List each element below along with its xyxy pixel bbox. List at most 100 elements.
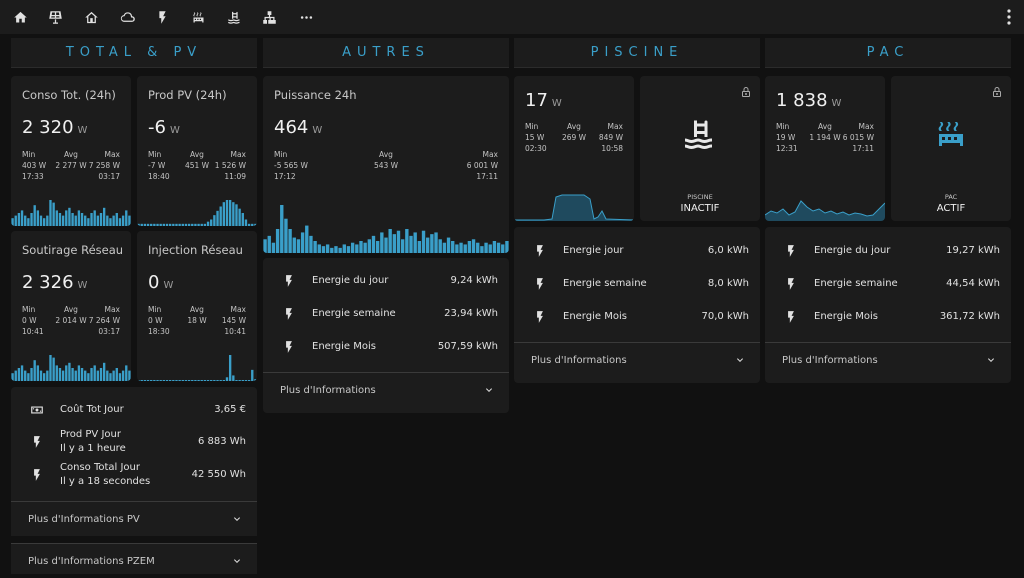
entity-row-energie-jour[interactable]: Energie du jour 19,27 kWh — [765, 234, 1011, 267]
sparkline-bar — [68, 362, 71, 381]
sparkline-bar — [228, 355, 232, 381]
sparkline-bars — [137, 200, 257, 226]
sparkline-bar — [187, 380, 191, 381]
sparkline-bar — [112, 370, 115, 381]
sparkline-bar — [300, 232, 305, 253]
sparkline-bar — [492, 241, 497, 253]
sparkline-bar — [197, 223, 200, 226]
solar-panel-icon[interactable] — [45, 7, 65, 27]
sparkline-bar — [128, 215, 131, 226]
sparkline-bars — [11, 355, 131, 381]
sparkline-bars — [263, 205, 509, 253]
pool-state-card[interactable]: PISCINE INACTIF — [640, 76, 760, 221]
sparkline-bar — [61, 215, 65, 226]
sparkline-bar — [65, 365, 68, 381]
sparkline-bar — [241, 380, 244, 381]
sensor-stats: Min Avg Max -7 W 451 W1 526 W 18:40 11:09 — [148, 150, 246, 181]
more-icon[interactable] — [296, 7, 316, 27]
sparkline-bar — [434, 232, 438, 253]
sensor-value: 0W — [148, 272, 174, 293]
sparkline-bar — [313, 241, 317, 253]
sparkline-bar — [106, 215, 109, 226]
entity-row-energie-mois[interactable]: Energie Mois 361,72 kWh — [765, 300, 1011, 333]
sensor-card-piscine-power[interactable]: 17 W Min Avg Max 15 W 269 W 849 W 02:30 10:58 — [514, 76, 634, 221]
overflow-menu-icon[interactable] — [1006, 9, 1012, 25]
sparkline-bar — [235, 204, 238, 226]
more-info-pzem-button[interactable]: Plus d'Informations PZEM — [11, 544, 257, 578]
sensor-card-puissance[interactable]: Puissance 24h 464 W Min Avg Max -5 565 W 543… — [263, 76, 509, 253]
sparkline-bar — [210, 380, 213, 381]
sparkline-bars — [11, 200, 131, 226]
sparkline-bar — [484, 242, 488, 253]
sparkline-bar — [271, 242, 276, 253]
sparkline-bar — [288, 229, 292, 253]
sparkline-bar — [247, 223, 251, 226]
entity-row-energie-semaine[interactable]: Energie semaine 8,0 kWh — [514, 267, 760, 300]
sparkline-bar — [55, 210, 58, 226]
sparkline-bar — [121, 370, 125, 381]
lock-icon[interactable] — [740, 83, 752, 97]
pac-state-card[interactable]: PAC ACTIF — [891, 76, 1011, 221]
entity-row-cout[interactable]: Coût Tot Jour 3,65 € — [11, 393, 257, 426]
sensor-value: 1 838 W — [776, 90, 842, 111]
sparkline-bar — [392, 234, 397, 253]
sparkline-bar — [39, 370, 43, 381]
lock-icon[interactable] — [991, 83, 1003, 97]
network-icon[interactable] — [259, 7, 279, 27]
entity-row-energie-mois[interactable]: Energie Mois 507,59 kWh — [263, 330, 509, 363]
entity-row-prod-pv[interactable]: Prod PV Jour Il y a 1 heure 6 883 Wh — [11, 425, 257, 458]
sparkline-bar — [121, 215, 125, 226]
sparkline-bar — [501, 244, 505, 253]
sensor-card-soutirage[interactable]: Soutirage Réseau 2 326 W Min Avg Max 0 W2 0… — [11, 231, 131, 381]
more-info-button[interactable]: Plus d'Informations — [765, 343, 1011, 377]
sparkline-bar — [17, 368, 21, 381]
entity-row-energie-jour[interactable]: Energie jour 6,0 kWh — [514, 234, 760, 267]
entity-row-energie-jour[interactable]: Energie du jour 9,24 kWh — [263, 264, 509, 297]
sparkline-bar — [219, 206, 222, 226]
sparkline-bar — [200, 380, 203, 381]
sparkline-bar — [296, 239, 301, 253]
sparkline-bar — [20, 365, 24, 381]
more-info-pv-button[interactable]: Plus d'Informations PV — [11, 502, 257, 536]
sparkline-bar — [317, 244, 321, 253]
sparkline-bar — [191, 223, 194, 226]
sparkline-bar — [61, 370, 65, 381]
sparkline-bar — [87, 218, 90, 226]
sparkline-bar — [30, 368, 33, 381]
entity-row-energie-semaine[interactable]: Energie semaine 44,54 kWh — [765, 267, 1011, 300]
entity-row-conso-total[interactable]: Conso Total Jour Il y a 18 secondes 42 55… — [11, 458, 257, 491]
home-icon[interactable] — [10, 7, 30, 27]
more-info-button[interactable]: Plus d'Informations — [514, 343, 760, 377]
sparkline-area — [765, 200, 885, 221]
sparkline-bar — [181, 380, 184, 381]
cloud-icon[interactable] — [117, 7, 137, 27]
flash-icon — [282, 274, 296, 288]
sparkline-bar — [238, 208, 241, 226]
flash-icon[interactable] — [152, 7, 172, 27]
sparkline-bar — [39, 215, 43, 226]
sparkline-bar — [99, 368, 103, 381]
sparkline-bar — [162, 223, 166, 226]
sparkline-bar — [225, 377, 229, 381]
sensor-card-pac-power[interactable]: 1 838 W Min Avg Max 19 W1 194 W6 015 W 12:3… — [765, 76, 885, 221]
entity-row-energie-semaine[interactable]: Energie semaine 23,94 kWh — [263, 297, 509, 330]
sensor-card-conso-tot[interactable]: Conso Tot. (24h) 2 320 W Min Avg Max 403 W2… — [11, 76, 131, 226]
sparkline-bar — [27, 218, 30, 226]
sparkline-bar — [380, 232, 384, 253]
sensor-card-injection[interactable]: Injection Réseau 0W Min Avg Max 0 W 18 W 145… — [137, 231, 257, 381]
entity-state: INACTIF — [680, 203, 720, 214]
pool-icon[interactable] — [224, 7, 244, 27]
sparkline-bar — [330, 247, 334, 253]
sparkline-bar — [451, 241, 455, 253]
sensor-card-prod-pv[interactable]: Prod PV (24h) -6 W Min Avg Max -7 W 451 W1 5… — [137, 76, 257, 226]
chevron-down-icon — [483, 384, 495, 396]
heat-pump-icon[interactable] — [188, 7, 208, 27]
more-info-button[interactable]: Plus d'Informations — [263, 373, 509, 407]
sparkline-bar — [24, 215, 27, 226]
sparkline-bar — [442, 242, 447, 253]
sparkline-bar — [93, 365, 96, 381]
sparkline-bar — [77, 210, 81, 226]
home-outline-icon[interactable] — [81, 7, 101, 27]
sparkline-bar — [254, 223, 257, 226]
entity-row-energie-mois[interactable]: Energie Mois 70,0 kWh — [514, 300, 760, 333]
